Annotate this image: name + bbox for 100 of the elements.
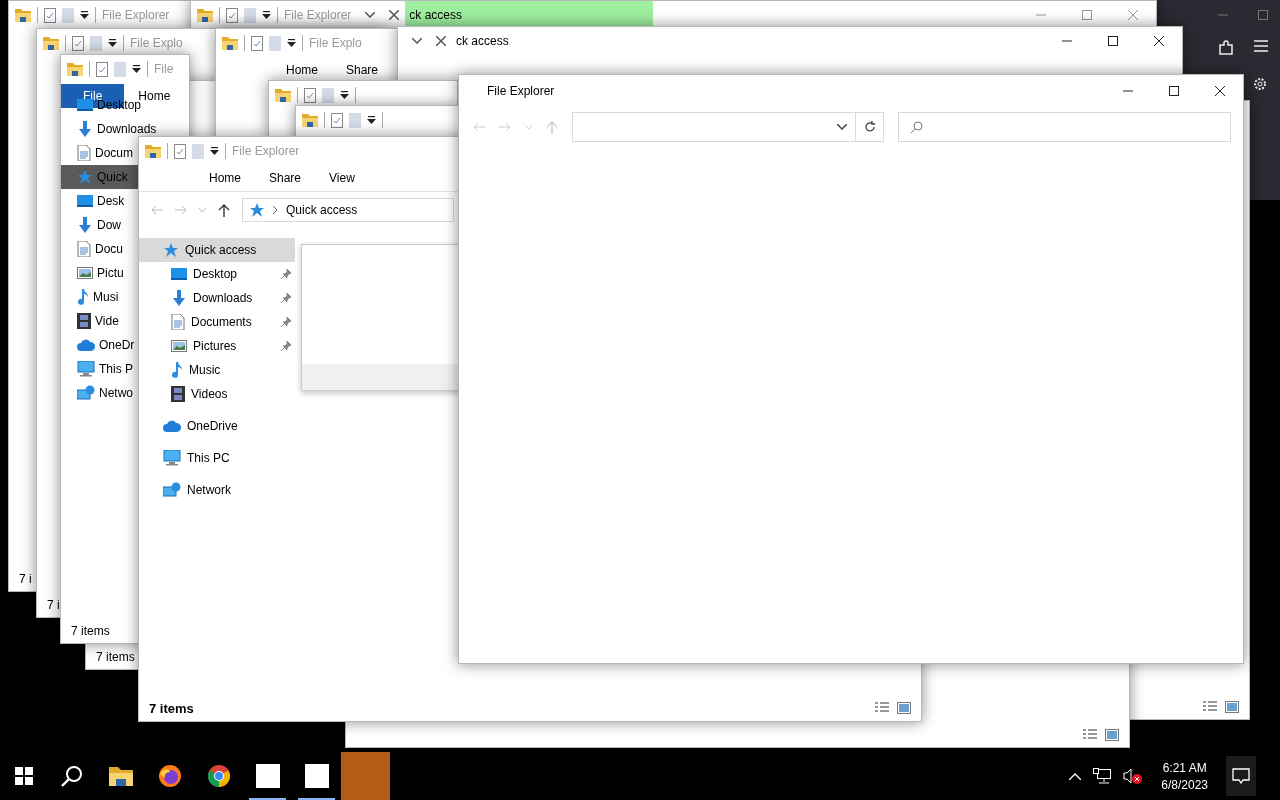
status-text: 7 items (71, 624, 110, 638)
puzzle-piece-icon[interactable] (1218, 40, 1234, 56)
network-icon[interactable] (1093, 768, 1112, 784)
speech-bubble-icon (1232, 768, 1250, 784)
folder-icon (222, 36, 238, 50)
status-text: 7 i (47, 598, 60, 612)
chevron-down-icon[interactable] (412, 38, 422, 44)
chevron-down-icon[interactable] (365, 12, 376, 18)
ribbon-tab[interactable]: Share (255, 166, 316, 190)
maximize-icon (1258, 10, 1268, 20)
refresh-button[interactable] (856, 112, 884, 142)
menu-icon[interactable] (1254, 40, 1268, 52)
ribbon-tab[interactable]: View (315, 166, 369, 190)
document-icon (171, 314, 185, 330)
nav-item[interactable]: Desktop (139, 262, 295, 286)
large-icons-view-icon (897, 702, 911, 714)
nav-item[interactable]: Network (139, 478, 295, 502)
search-icon (61, 765, 83, 787)
status-text: 7 items (149, 700, 194, 716)
desktop-icon (77, 98, 93, 112)
nav-item[interactable]: Quick access (139, 238, 295, 262)
window-title: File Explorer (102, 8, 170, 22)
new-folder-icon (90, 35, 102, 51)
folder-icon (145, 144, 161, 158)
windows-logo-icon (15, 767, 33, 785)
properties-icon (174, 143, 186, 159)
folder-icon (43, 36, 59, 50)
nav-item[interactable]: OneDrive (139, 414, 295, 438)
nav-item[interactable]: This PC (139, 446, 295, 470)
clock[interactable]: 6:21 AM 6/8/2023 (1155, 760, 1214, 792)
nav-item[interactable]: Downloads (61, 121, 157, 137)
large-icons-view-icon (1105, 729, 1119, 741)
properties-icon (44, 7, 56, 23)
document-icon (77, 145, 91, 161)
down-arrow-icon (77, 217, 93, 233)
music-note-icon (171, 362, 183, 378)
window-title: File Explorer (232, 144, 300, 158)
maximize-icon (1108, 36, 1118, 46)
down-arrow-icon (77, 121, 93, 137)
address-field[interactable]: Quick access (242, 198, 454, 222)
close-icon (1215, 86, 1225, 96)
ribbon-tab[interactable]: Home (272, 58, 332, 82)
chevron-right-icon (273, 206, 278, 214)
tab-label[interactable]: ck access (452, 27, 700, 55)
music-note-icon (77, 289, 89, 305)
cloud-icon (77, 339, 95, 351)
address-field[interactable] (572, 112, 856, 142)
maximize-icon (1169, 86, 1179, 96)
chevron-down-icon (837, 124, 847, 130)
search-field[interactable] (898, 112, 1231, 142)
monitor-icon (163, 450, 181, 466)
maximize-icon (1082, 10, 1092, 20)
chevron-up-icon[interactable] (1069, 772, 1082, 780)
new-folder-icon (349, 112, 361, 128)
close-icon[interactable] (436, 36, 446, 46)
notifications-button[interactable] (1226, 756, 1256, 796)
film-icon (77, 313, 91, 329)
nav-item[interactable]: Dow (61, 217, 121, 233)
nav-item[interactable]: OneDr (61, 337, 135, 353)
window-title: File (154, 62, 174, 76)
speaker-muted-icon[interactable] (1123, 768, 1144, 784)
breadcrumb-item[interactable]: Quick access (286, 203, 358, 217)
nav-item[interactable]: Musi (61, 289, 119, 305)
window-title: File Explorer (487, 84, 555, 98)
nav-item[interactable]: Music (139, 358, 295, 382)
nav-item[interactable]: This P (61, 361, 133, 377)
nav-item[interactable]: Documents (139, 310, 295, 334)
settings-icon[interactable] (1252, 76, 1268, 92)
close-icon (1128, 10, 1138, 20)
nav-item[interactable]: Desk (61, 193, 125, 209)
time-text: 6:21 AM (1162, 760, 1207, 775)
network-icon (77, 385, 95, 401)
up-arrow-icon[interactable] (218, 203, 230, 217)
chrome-icon (206, 764, 231, 788)
new-folder-icon (114, 61, 126, 77)
nav-item[interactable]: Downloads (139, 286, 295, 310)
nav-item[interactable]: Videos (139, 382, 295, 406)
nav-item[interactable]: Vide (61, 313, 119, 329)
firefox-icon (157, 764, 182, 788)
nav-item[interactable]: Docum (61, 145, 133, 161)
nav-item[interactable]: Netwo (61, 385, 133, 401)
properties-icon (96, 61, 108, 77)
folder-icon (197, 8, 213, 22)
ribbon-tab[interactable]: Home (195, 166, 255, 190)
picture-icon (77, 266, 93, 280)
star-icon (77, 169, 93, 185)
nav-item[interactable]: Pictures (139, 334, 295, 358)
details-view-icon (1083, 729, 1097, 741)
tab-label[interactable]: ck access (405, 1, 654, 29)
close-icon[interactable] (389, 10, 400, 20)
folder-icon (302, 113, 318, 127)
properties-icon (226, 7, 238, 23)
new-folder-icon (192, 143, 204, 159)
ribbon-tab[interactable]: Share (332, 58, 393, 82)
window-title: File Explo (130, 36, 183, 50)
nav-item[interactable]: Pictu (61, 265, 124, 281)
nav-item[interactable]: Docu (61, 241, 123, 257)
details-view-icon (875, 702, 889, 714)
properties-icon (251, 35, 263, 51)
window-title: File Explo (309, 36, 362, 50)
